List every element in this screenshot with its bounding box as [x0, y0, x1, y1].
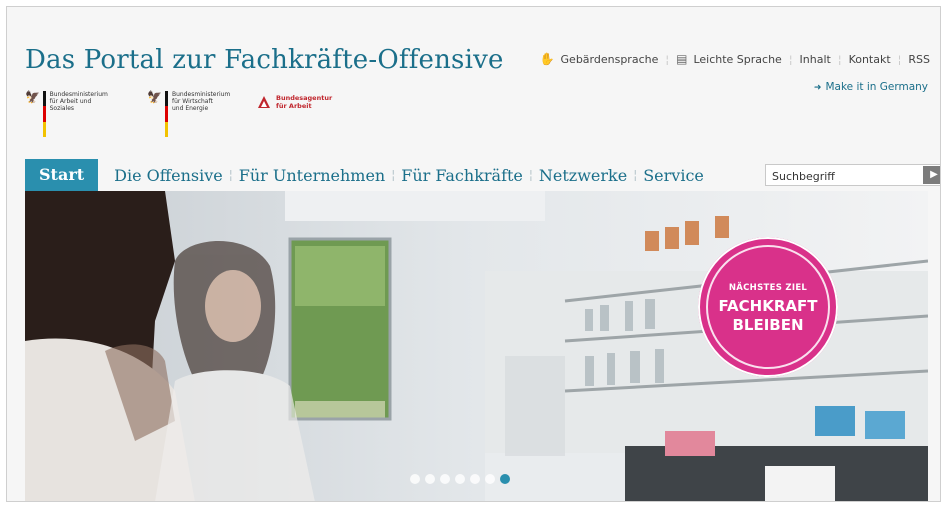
search-box: ▶ [765, 164, 940, 187]
make-it-in-germany-link[interactable]: ➜ Make it in Germany [814, 81, 928, 93]
ba-logo[interactable]: Bundesagentur für Arbeit [257, 94, 333, 110]
eagle-icon: 🦅 [25, 90, 40, 104]
sign-language-icon: ✋ [539, 52, 555, 66]
search-input[interactable] [766, 166, 928, 187]
arrow-right-icon: ➜ [813, 83, 822, 93]
make-it-in-germany-label: Make it in Germany [825, 81, 928, 93]
bmas-logo[interactable]: 🦅 Bundesministerium für Arbeit und Sozia… [25, 91, 108, 137]
main-nav: Start Die Offensive ¦ Für Unternehmen ¦ … [25, 159, 940, 191]
slider-dot[interactable] [455, 474, 465, 484]
separator: ¦ [837, 52, 842, 66]
slider-pagination [410, 474, 515, 484]
nav-fuer-fachkraefte[interactable]: Für Fachkräfte [401, 166, 523, 185]
hero-slider[interactable]: NÄCHSTES ZIEL FACHKRAFT BLEIBEN [25, 191, 928, 501]
german-flag-stripe [43, 91, 46, 137]
arbeitsagentur-logo [258, 96, 270, 108]
link-kontakt[interactable]: Kontakt [849, 53, 891, 66]
link-gebaerdensprache[interactable]: Gebärdensprache [561, 53, 659, 66]
slider-dot[interactable] [410, 474, 420, 484]
ba-logo-text: Bundesagentur für Arbeit [276, 94, 333, 110]
nav-start[interactable]: Start [25, 159, 99, 191]
german-flag-stripe [165, 91, 168, 137]
nav-service[interactable]: Service [643, 166, 704, 185]
link-leichte-sprache[interactable]: Leichte Sprache [693, 53, 781, 66]
separator: ¦ [528, 168, 533, 182]
separator: ¦ [633, 168, 638, 182]
page-title[interactable]: Das Portal zur Fachkräfte-Offensive [25, 45, 504, 75]
slider-dot-active[interactable] [500, 474, 510, 484]
page-frame: Das Portal zur Fachkräfte-Offensive 🦅 Bu… [6, 6, 941, 502]
separator: ¦ [228, 168, 233, 182]
badge-kicker: NÄCHSTES ZIEL [728, 283, 808, 293]
eagle-icon: 🦅 [147, 90, 162, 104]
search-submit-button[interactable]: ▶ [923, 166, 940, 184]
bmwi-logo-text: Bundesministerium für Wirtschaft und Ene… [172, 91, 231, 112]
bmwi-logo[interactable]: 🦅 Bundesministerium für Wirtschaft und E… [147, 91, 230, 137]
link-rss[interactable]: RSS [908, 53, 930, 66]
campaign-badge[interactable]: NÄCHSTES ZIEL FACHKRAFT BLEIBEN [698, 237, 838, 377]
slider-dot[interactable] [485, 474, 495, 484]
link-inhalt[interactable]: Inhalt [800, 53, 831, 66]
chevron-right-icon: ▶ [930, 169, 938, 180]
slider-dot[interactable] [470, 474, 480, 484]
bmas-logo-text: Bundesministerium für Arbeit und Soziale… [49, 91, 108, 112]
utility-nav: ✋ Gebärdensprache ¦ ▤ Leichte Sprache ¦ … [540, 52, 930, 66]
easy-language-icon: ▤ [676, 52, 688, 66]
nav-fuer-unternehmen[interactable]: Für Unternehmen [239, 166, 386, 185]
separator: ¦ [665, 52, 670, 66]
nav-die-offensive[interactable]: Die Offensive [114, 166, 223, 185]
separator: ¦ [897, 52, 902, 66]
separator: ¦ [391, 168, 396, 182]
badge-headline: FACHKRAFT BLEIBEN [718, 297, 818, 334]
nav-netzwerke[interactable]: Netzwerke [539, 166, 627, 185]
separator: ¦ [788, 52, 793, 66]
slider-dot[interactable] [440, 474, 450, 484]
slider-dot[interactable] [425, 474, 435, 484]
